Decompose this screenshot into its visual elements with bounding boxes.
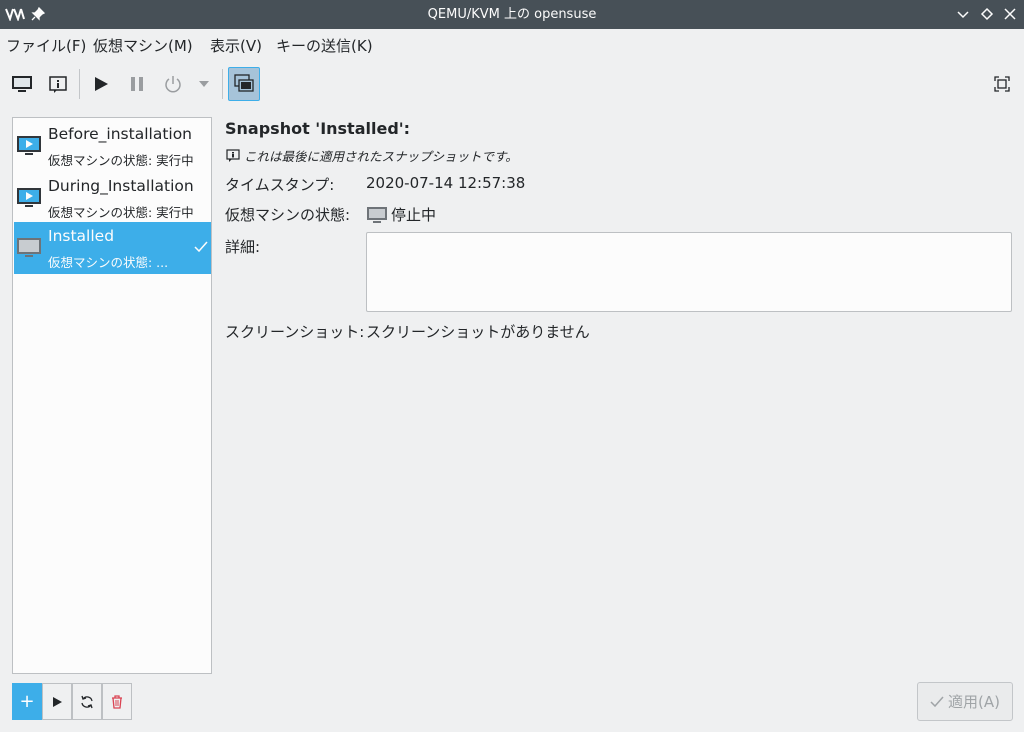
snapshot-name: Before_installation xyxy=(48,125,193,143)
play-icon xyxy=(95,77,108,91)
current-check-icon xyxy=(194,241,208,253)
info-icon xyxy=(49,76,67,93)
play-icon xyxy=(53,696,62,707)
run-button[interactable] xyxy=(85,67,117,101)
snapshot-name: Installed xyxy=(48,227,115,245)
running-vm-icon xyxy=(17,188,41,207)
screenshot-value: スクリーンショットがありません xyxy=(366,323,590,341)
snapshot-name: During_Installation xyxy=(48,177,194,195)
toolbar-separator xyxy=(79,69,80,99)
screenshot-label: スクリーンショット: xyxy=(225,323,365,341)
pause-button[interactable] xyxy=(121,67,153,101)
timestamp-value: 2020-07-14 12:57:38 xyxy=(366,174,526,192)
running-vm-icon xyxy=(17,136,41,155)
trash-icon xyxy=(112,694,122,709)
power-icon xyxy=(165,76,181,93)
description-field[interactable] xyxy=(366,232,1012,312)
vmstate-label: 仮想マシンの状態: xyxy=(225,206,351,224)
add-snapshot-button[interactable]: + xyxy=(12,683,42,720)
shutdown-menu-button[interactable] xyxy=(191,67,217,101)
snapshot-item[interactable]: During_Installation 仮想マシンの状態: 実行中 xyxy=(14,172,211,224)
window-title: QEMU/KVM 上の opensuse xyxy=(427,7,597,22)
snapshot-state: 仮想マシンの状態: 実行中 xyxy=(48,205,194,220)
menu-bar: ファイル(F) 仮想マシン(M) 表示(V) キーの送信(K) xyxy=(0,29,1024,63)
menu-vm[interactable]: 仮想マシン(M) xyxy=(93,29,193,63)
timestamp-label: タイムスタンプ: xyxy=(225,176,335,194)
snapshot-state: 仮想マシンの状態: 実行中 xyxy=(48,153,194,168)
vmstate-value: 停止中 xyxy=(366,204,436,225)
menu-view[interactable]: 表示(V) xyxy=(210,29,262,63)
snapshot-item[interactable]: Before_installation 仮想マシンの状態: 実行中 xyxy=(14,120,211,172)
close-icon[interactable] xyxy=(1002,6,1018,22)
run-snapshot-button[interactable] xyxy=(42,683,72,720)
stopped-vm-icon xyxy=(367,206,387,223)
snapshot-list[interactable]: Before_installation 仮想マシンの状態: 実行中 During… xyxy=(12,117,212,674)
title-bar: QEMU/KVM 上の opensuse xyxy=(0,0,1024,29)
toolbar-separator xyxy=(222,69,223,99)
dropdown-arrow-icon xyxy=(199,81,209,87)
snapshots-button[interactable] xyxy=(228,67,260,101)
details-button[interactable] xyxy=(42,67,74,101)
pause-icon xyxy=(131,77,143,91)
menu-file[interactable]: ファイル(F) xyxy=(6,29,86,63)
snapshot-item-selected[interactable]: Installed 仮想マシンの状態: ... xyxy=(14,222,211,274)
maximize-icon[interactable] xyxy=(979,6,995,22)
snapshot-title: Snapshot 'Installed': xyxy=(225,119,411,138)
refresh-icon xyxy=(81,695,93,708)
check-icon xyxy=(930,696,944,707)
fullscreen-button[interactable] xyxy=(986,67,1018,101)
minimize-icon[interactable] xyxy=(955,6,971,22)
info-icon xyxy=(226,148,240,162)
delete-snapshot-button[interactable] xyxy=(102,683,132,720)
plus-icon: + xyxy=(19,691,35,712)
monitor-icon xyxy=(12,76,32,92)
shutdown-button[interactable] xyxy=(157,67,189,101)
apply-button[interactable]: 適用(A) xyxy=(917,682,1013,721)
stopped-vm-icon xyxy=(17,238,41,257)
fullscreen-icon xyxy=(994,76,1010,92)
snapshot-state: 仮想マシンの状態: ... xyxy=(48,255,169,270)
menu-sendkey[interactable]: キーの送信(K) xyxy=(276,29,373,63)
description-label: 詳細: xyxy=(225,238,261,256)
vmstate-text: 停止中 xyxy=(391,206,437,224)
refresh-snapshot-button[interactable] xyxy=(72,683,102,720)
toolbar xyxy=(0,63,1024,105)
apply-label: 適用(A) xyxy=(948,693,1000,711)
last-applied-text: これは最後に適用されたスナップショットです。 xyxy=(244,149,518,164)
last-applied-note: これは最後に適用されたスナップショットです。 xyxy=(226,146,518,165)
snapshots-icon xyxy=(234,74,254,92)
console-button[interactable] xyxy=(6,67,38,101)
